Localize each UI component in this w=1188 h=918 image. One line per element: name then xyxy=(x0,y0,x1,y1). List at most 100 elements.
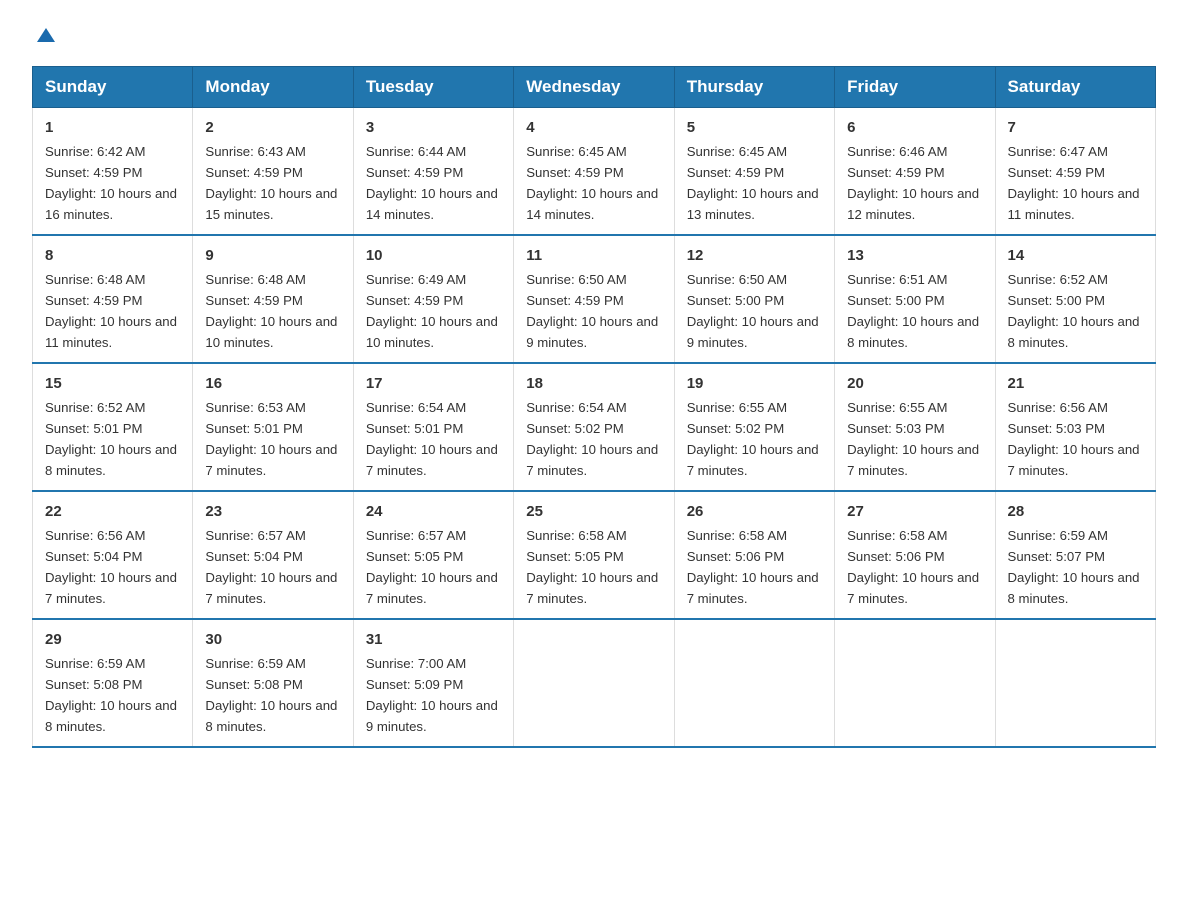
calendar-cell: 17Sunrise: 6:54 AMSunset: 5:01 PMDayligh… xyxy=(353,363,513,491)
day-daylight: Daylight: 10 hours and 8 minutes. xyxy=(1008,570,1140,606)
calendar-cell: 21Sunrise: 6:56 AMSunset: 5:03 PMDayligh… xyxy=(995,363,1155,491)
day-sunrise: Sunrise: 6:49 AM xyxy=(366,272,466,287)
day-number: 7 xyxy=(1008,116,1145,139)
day-daylight: Daylight: 10 hours and 16 minutes. xyxy=(45,186,177,222)
day-number: 28 xyxy=(1008,500,1145,523)
day-sunset: Sunset: 4:59 PM xyxy=(687,165,785,180)
day-number: 29 xyxy=(45,628,182,651)
calendar-cell: 27Sunrise: 6:58 AMSunset: 5:06 PMDayligh… xyxy=(835,491,995,619)
day-number: 30 xyxy=(205,628,342,651)
day-daylight: Daylight: 10 hours and 15 minutes. xyxy=(205,186,337,222)
day-number: 15 xyxy=(45,372,182,395)
day-sunrise: Sunrise: 6:56 AM xyxy=(45,528,145,543)
day-sunrise: Sunrise: 7:00 AM xyxy=(366,656,466,671)
day-sunrise: Sunrise: 6:54 AM xyxy=(366,400,466,415)
day-number: 19 xyxy=(687,372,824,395)
day-number: 24 xyxy=(366,500,503,523)
day-daylight: Daylight: 10 hours and 7 minutes. xyxy=(205,570,337,606)
calendar-cell: 31 Sunrise: 7:00 AM Sunset: 5:09 PM Dayligh… xyxy=(353,619,513,747)
day-sunrise: Sunrise: 6:55 AM xyxy=(847,400,947,415)
day-daylight: Daylight: 10 hours and 11 minutes. xyxy=(1008,186,1140,222)
day-sunset: Sunset: 5:00 PM xyxy=(1008,293,1106,308)
calendar-cell: 7Sunrise: 6:47 AMSunset: 4:59 PMDaylight… xyxy=(995,108,1155,235)
calendar-cell: 25Sunrise: 6:58 AMSunset: 5:05 PMDayligh… xyxy=(514,491,674,619)
day-daylight: Daylight: 10 hours and 13 minutes. xyxy=(687,186,819,222)
day-number: 16 xyxy=(205,372,342,395)
calendar-week-row: 15Sunrise: 6:52 AMSunset: 5:01 PMDayligh… xyxy=(33,363,1156,491)
day-number: 2 xyxy=(205,116,342,139)
day-daylight: Daylight: 10 hours and 7 minutes. xyxy=(1008,442,1140,478)
day-number: 8 xyxy=(45,244,182,267)
day-number: 23 xyxy=(205,500,342,523)
day-sunrise: Sunrise: 6:57 AM xyxy=(366,528,466,543)
calendar-cell: 26Sunrise: 6:58 AMSunset: 5:06 PMDayligh… xyxy=(674,491,834,619)
calendar-cell: 10Sunrise: 6:49 AMSunset: 4:59 PMDayligh… xyxy=(353,235,513,363)
day-sunrise: Sunrise: 6:59 AM xyxy=(45,656,145,671)
calendar-week-row: 8 Sunrise: 6:48 AM Sunset: 4:59 PM Daylight… xyxy=(33,235,1156,363)
day-sunset: Sunset: 5:04 PM xyxy=(45,549,143,564)
calendar-cell: 22Sunrise: 6:56 AMSunset: 5:04 PMDayligh… xyxy=(33,491,193,619)
day-daylight: Daylight: 10 hours and 9 minutes. xyxy=(526,314,658,350)
calendar-table: SundayMondayTuesdayWednesdayThursdayFrid… xyxy=(32,66,1156,748)
day-sunrise: Sunrise: 6:48 AM xyxy=(45,272,145,287)
day-sunrise: Sunrise: 6:47 AM xyxy=(1008,144,1108,159)
day-sunset: Sunset: 5:01 PM xyxy=(45,421,143,436)
weekday-header-sunday: Sunday xyxy=(33,67,193,108)
day-sunset: Sunset: 5:00 PM xyxy=(687,293,785,308)
calendar-week-row: 1Sunrise: 6:42 AMSunset: 4:59 PMDaylight… xyxy=(33,108,1156,235)
weekday-header-friday: Friday xyxy=(835,67,995,108)
day-number: 14 xyxy=(1008,244,1145,267)
day-sunrise: Sunrise: 6:55 AM xyxy=(687,400,787,415)
day-daylight: Daylight: 10 hours and 8 minutes. xyxy=(1008,314,1140,350)
day-sunrise: Sunrise: 6:50 AM xyxy=(526,272,626,287)
day-number: 11 xyxy=(526,244,663,267)
day-sunset: Sunset: 4:59 PM xyxy=(526,293,624,308)
day-sunset: Sunset: 5:08 PM xyxy=(205,677,303,692)
calendar-cell: 18Sunrise: 6:54 AMSunset: 5:02 PMDayligh… xyxy=(514,363,674,491)
calendar-cell: 9Sunrise: 6:48 AMSunset: 4:59 PMDaylight… xyxy=(193,235,353,363)
day-daylight: Daylight: 10 hours and 9 minutes. xyxy=(366,698,498,734)
day-daylight: Daylight: 10 hours and 7 minutes. xyxy=(526,570,658,606)
day-number: 26 xyxy=(687,500,824,523)
day-daylight: Daylight: 10 hours and 14 minutes. xyxy=(366,186,498,222)
calendar-cell: 13Sunrise: 6:51 AMSunset: 5:00 PMDayligh… xyxy=(835,235,995,363)
day-sunrise: Sunrise: 6:58 AM xyxy=(847,528,947,543)
weekday-header-wednesday: Wednesday xyxy=(514,67,674,108)
day-daylight: Daylight: 10 hours and 8 minutes. xyxy=(205,698,337,734)
calendar-cell: 8Sunrise: 6:48 AMSunset: 4:59 PMDaylight… xyxy=(33,235,193,363)
day-daylight: Daylight: 10 hours and 14 minutes. xyxy=(526,186,658,222)
calendar-cell: 23Sunrise: 6:57 AMSunset: 5:04 PMDayligh… xyxy=(193,491,353,619)
day-sunset: Sunset: 5:06 PM xyxy=(687,549,785,564)
day-number: 25 xyxy=(526,500,663,523)
day-sunrise: Sunrise: 6:46 AM xyxy=(847,144,947,159)
day-sunrise: Sunrise: 6:42 AM xyxy=(45,144,145,159)
day-number: 6 xyxy=(847,116,984,139)
day-number: 31 xyxy=(366,628,503,651)
day-daylight: Daylight: 10 hours and 7 minutes. xyxy=(847,442,979,478)
weekday-header-thursday: Thursday xyxy=(674,67,834,108)
calendar-cell: 1Sunrise: 6:42 AMSunset: 4:59 PMDaylight… xyxy=(33,108,193,235)
day-daylight: Daylight: 10 hours and 7 minutes. xyxy=(847,570,979,606)
day-number: 17 xyxy=(366,372,503,395)
day-sunset: Sunset: 4:59 PM xyxy=(45,293,143,308)
calendar-cell xyxy=(995,619,1155,747)
day-number: 10 xyxy=(366,244,503,267)
day-sunrise: Sunrise: 6:57 AM xyxy=(205,528,305,543)
day-sunset: Sunset: 5:03 PM xyxy=(1008,421,1106,436)
day-sunrise: Sunrise: 6:44 AM xyxy=(366,144,466,159)
day-sunset: Sunset: 5:02 PM xyxy=(687,421,785,436)
logo-arrow-icon xyxy=(35,24,57,46)
day-sunset: Sunset: 5:05 PM xyxy=(366,549,464,564)
day-daylight: Daylight: 10 hours and 9 minutes. xyxy=(687,314,819,350)
calendar-cell: 15Sunrise: 6:52 AMSunset: 5:01 PMDayligh… xyxy=(33,363,193,491)
day-sunrise: Sunrise: 6:53 AM xyxy=(205,400,305,415)
day-number: 3 xyxy=(366,116,503,139)
day-sunrise: Sunrise: 6:45 AM xyxy=(687,144,787,159)
day-number: 5 xyxy=(687,116,824,139)
day-sunrise: Sunrise: 6:51 AM xyxy=(847,272,947,287)
weekday-header-monday: Monday xyxy=(193,67,353,108)
day-sunrise: Sunrise: 6:48 AM xyxy=(205,272,305,287)
day-sunset: Sunset: 5:09 PM xyxy=(366,677,464,692)
calendar-header: SundayMondayTuesdayWednesdayThursdayFrid… xyxy=(33,67,1156,108)
day-sunset: Sunset: 5:08 PM xyxy=(45,677,143,692)
